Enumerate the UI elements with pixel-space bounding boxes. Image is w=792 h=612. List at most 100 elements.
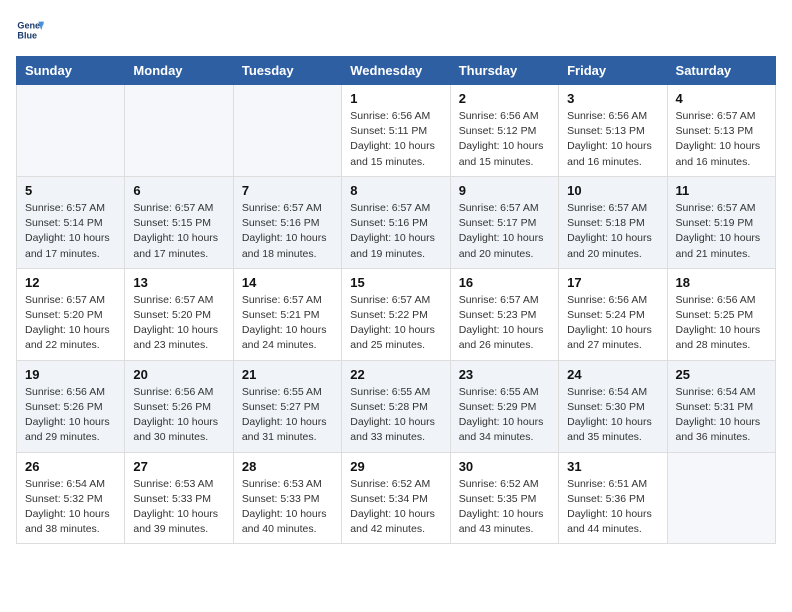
calendar-cell: 10Sunrise: 6:57 AMSunset: 5:18 PMDayligh… (559, 176, 667, 268)
calendar-cell: 6 Sunrise: 6:57 AMSunset: 5:15 PMDaylight… (125, 176, 233, 268)
day-number: 29 (350, 459, 441, 474)
calendar-cell: 13Sunrise: 6:57 AMSunset: 5:20 PMDayligh… (125, 268, 233, 360)
calendar-cell: 12 Sunrise: 6:57 AMSunset: 5:20 PMDayligh… (17, 268, 125, 360)
day-info: Sunrise: 6:57 AMSunset: 5:13 PMDaylight:… (676, 109, 767, 170)
calendar-cell: 16 Sunrise: 6:57 AMSunset: 5:23 PMDayligh… (450, 268, 558, 360)
day-info: Sunrise: 6:52 AMSunset: 5:35 PMDaylight:… (459, 477, 550, 538)
day-number: 16 (459, 275, 550, 290)
calendar-cell: 29 Sunrise: 6:52 AMSunset: 5:34 PMDayligh… (342, 452, 450, 544)
logo-icon: General Blue (16, 16, 44, 44)
calendar-cell: 20 Sunrise: 6:56 AMSunset: 5:26 PMDayligh… (125, 360, 233, 452)
day-number: 10 (567, 183, 658, 198)
day-number: 31 (567, 459, 658, 474)
day-info: Sunrise: 6:57 AMSunset: 5:19 PMDaylight:… (676, 201, 767, 262)
day-info: Sunrise: 6:57 AMSunset: 5:16 PMDaylight:… (242, 201, 333, 262)
calendar-table: SundayMondayTuesdayWednesdayThursdayFrid… (16, 56, 776, 544)
day-info: Sunrise: 6:56 AMSunset: 5:25 PMDaylight:… (676, 293, 767, 354)
day-info: Sunrise: 6:56 AMSunset: 5:12 PMDaylight:… (459, 109, 550, 170)
day-number: 20 (133, 367, 224, 382)
calendar-cell: 4 Sunrise: 6:57 AMSunset: 5:13 PMDaylight… (667, 85, 775, 177)
day-info: Sunrise: 6:53 AMSunset: 5:33 PMDaylight:… (133, 477, 224, 538)
weekday-header-saturday: Saturday (667, 57, 775, 85)
calendar-week-row: 19 Sunrise: 6:56 AMSunset: 5:26 PMDayligh… (17, 360, 776, 452)
weekday-header-thursday: Thursday (450, 57, 558, 85)
day-number: 18 (676, 275, 767, 290)
day-number: 6 (133, 183, 224, 198)
calendar-cell (233, 85, 341, 177)
day-number: 19 (25, 367, 116, 382)
calendar-cell (17, 85, 125, 177)
day-info: Sunrise: 6:55 AMSunset: 5:28 PMDaylight:… (350, 385, 441, 446)
day-number: 21 (242, 367, 333, 382)
day-info: Sunrise: 6:57 AMSunset: 5:21 PMDaylight:… (242, 293, 333, 354)
day-info: Sunrise: 6:56 AMSunset: 5:11 PMDaylight:… (350, 109, 441, 170)
calendar-cell: 31Sunrise: 6:51 AMSunset: 5:36 PMDayligh… (559, 452, 667, 544)
day-number: 23 (459, 367, 550, 382)
day-info: Sunrise: 6:57 AMSunset: 5:17 PMDaylight:… (459, 201, 550, 262)
calendar-week-row: 1 Sunrise: 6:56 AMSunset: 5:11 PMDaylight… (17, 85, 776, 177)
calendar-week-row: 26Sunrise: 6:54 AMSunset: 5:32 PMDayligh… (17, 452, 776, 544)
day-info: Sunrise: 6:56 AMSunset: 5:13 PMDaylight:… (567, 109, 658, 170)
weekday-header-sunday: Sunday (17, 57, 125, 85)
weekday-header-wednesday: Wednesday (342, 57, 450, 85)
day-number: 2 (459, 91, 550, 106)
day-info: Sunrise: 6:55 AMSunset: 5:29 PMDaylight:… (459, 385, 550, 446)
calendar-cell: 3 Sunrise: 6:56 AMSunset: 5:13 PMDaylight… (559, 85, 667, 177)
calendar-cell: 9Sunrise: 6:57 AMSunset: 5:17 PMDaylight… (450, 176, 558, 268)
calendar-cell: 22 Sunrise: 6:55 AMSunset: 5:28 PMDayligh… (342, 360, 450, 452)
calendar-cell: 28 Sunrise: 6:53 AMSunset: 5:33 PMDayligh… (233, 452, 341, 544)
calendar-cell: 27 Sunrise: 6:53 AMSunset: 5:33 PMDayligh… (125, 452, 233, 544)
day-number: 7 (242, 183, 333, 198)
weekday-header-friday: Friday (559, 57, 667, 85)
calendar-cell: 14Sunrise: 6:57 AMSunset: 5:21 PMDayligh… (233, 268, 341, 360)
calendar-cell: 1 Sunrise: 6:56 AMSunset: 5:11 PMDaylight… (342, 85, 450, 177)
day-info: Sunrise: 6:53 AMSunset: 5:33 PMDaylight:… (242, 477, 333, 538)
day-info: Sunrise: 6:54 AMSunset: 5:30 PMDaylight:… (567, 385, 658, 446)
day-number: 22 (350, 367, 441, 382)
day-info: Sunrise: 6:57 AMSunset: 5:15 PMDaylight:… (133, 201, 224, 262)
day-info: Sunrise: 6:57 AMSunset: 5:16 PMDaylight:… (350, 201, 441, 262)
calendar-cell: 18 Sunrise: 6:56 AMSunset: 5:25 PMDayligh… (667, 268, 775, 360)
day-number: 24 (567, 367, 658, 382)
day-number: 15 (350, 275, 441, 290)
page-header: General Blue (16, 16, 776, 44)
day-number: 3 (567, 91, 658, 106)
calendar-week-row: 12 Sunrise: 6:57 AMSunset: 5:20 PMDayligh… (17, 268, 776, 360)
day-number: 17 (567, 275, 658, 290)
day-info: Sunrise: 6:57 AMSunset: 5:14 PMDaylight:… (25, 201, 116, 262)
calendar-cell (667, 452, 775, 544)
day-info: Sunrise: 6:56 AMSunset: 5:26 PMDaylight:… (133, 385, 224, 446)
calendar-cell: 19 Sunrise: 6:56 AMSunset: 5:26 PMDayligh… (17, 360, 125, 452)
day-info: Sunrise: 6:54 AMSunset: 5:31 PMDaylight:… (676, 385, 767, 446)
day-number: 26 (25, 459, 116, 474)
day-number: 1 (350, 91, 441, 106)
calendar-cell: 7 Sunrise: 6:57 AMSunset: 5:16 PMDaylight… (233, 176, 341, 268)
calendar-cell: 8 Sunrise: 6:57 AMSunset: 5:16 PMDaylight… (342, 176, 450, 268)
day-number: 4 (676, 91, 767, 106)
day-info: Sunrise: 6:56 AMSunset: 5:26 PMDaylight:… (25, 385, 116, 446)
calendar-cell (125, 85, 233, 177)
day-number: 25 (676, 367, 767, 382)
weekday-header-tuesday: Tuesday (233, 57, 341, 85)
day-info: Sunrise: 6:57 AMSunset: 5:20 PMDaylight:… (25, 293, 116, 354)
day-info: Sunrise: 6:57 AMSunset: 5:23 PMDaylight:… (459, 293, 550, 354)
day-number: 5 (25, 183, 116, 198)
calendar-cell: 25 Sunrise: 6:54 AMSunset: 5:31 PMDayligh… (667, 360, 775, 452)
weekday-header-row: SundayMondayTuesdayWednesdayThursdayFrid… (17, 57, 776, 85)
calendar-cell: 5 Sunrise: 6:57 AMSunset: 5:14 PMDaylight… (17, 176, 125, 268)
day-number: 8 (350, 183, 441, 198)
day-info: Sunrise: 6:52 AMSunset: 5:34 PMDaylight:… (350, 477, 441, 538)
calendar-cell: 11 Sunrise: 6:57 AMSunset: 5:19 PMDayligh… (667, 176, 775, 268)
weekday-header-monday: Monday (125, 57, 233, 85)
day-info: Sunrise: 6:55 AMSunset: 5:27 PMDaylight:… (242, 385, 333, 446)
day-number: 27 (133, 459, 224, 474)
day-number: 28 (242, 459, 333, 474)
day-number: 12 (25, 275, 116, 290)
day-number: 11 (676, 183, 767, 198)
calendar-cell: 2 Sunrise: 6:56 AMSunset: 5:12 PMDaylight… (450, 85, 558, 177)
calendar-cell: 23 Sunrise: 6:55 AMSunset: 5:29 PMDayligh… (450, 360, 558, 452)
day-info: Sunrise: 6:57 AMSunset: 5:22 PMDaylight:… (350, 293, 441, 354)
calendar-cell: 24 Sunrise: 6:54 AMSunset: 5:30 PMDayligh… (559, 360, 667, 452)
day-info: Sunrise: 6:56 AMSunset: 5:24 PMDaylight:… (567, 293, 658, 354)
calendar-cell: 21 Sunrise: 6:55 AMSunset: 5:27 PMDayligh… (233, 360, 341, 452)
